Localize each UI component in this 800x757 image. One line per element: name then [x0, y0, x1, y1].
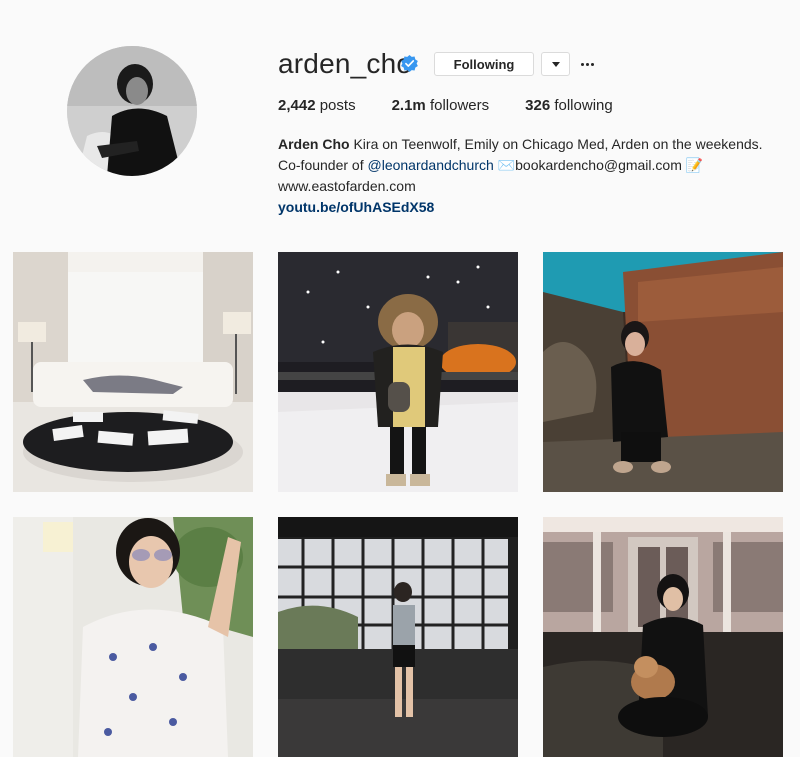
following-button[interactable]: Following	[434, 52, 534, 76]
following-count: 326	[525, 97, 551, 114]
posts-count: 2,442	[278, 97, 316, 114]
bio-description: Kira on Teenwolf, Emily on Chicago Med, …	[353, 136, 763, 152]
bio-line-2: Co-founder of @leonardandchurch ✉️bookar…	[278, 155, 798, 176]
suggestions-dropdown-button[interactable]	[541, 52, 570, 76]
followers-stat[interactable]: 2.1m followers	[392, 97, 490, 114]
photo-dog-night	[543, 517, 783, 757]
followers-count: 2.1m	[391, 97, 426, 114]
post-tile-2[interactable]	[278, 252, 518, 492]
photo-sunglasses-wave	[13, 517, 253, 757]
profile-bio: Arden Cho Kira on Teenwolf, Emily on Chi…	[278, 134, 798, 218]
profile-stats: 2,442 posts 2.1m followers 326 following	[278, 97, 649, 114]
post-tile-5[interactable]	[278, 517, 518, 757]
bio-cofounder-text: Co-founder of	[278, 157, 368, 173]
chevron-down-icon	[551, 61, 560, 67]
photo-snow-night	[278, 252, 518, 492]
followers-label: followers	[429, 97, 490, 114]
more-options-button[interactable]	[578, 52, 596, 76]
profile-username: arden_cho	[278, 48, 413, 79]
following-label: following	[554, 97, 613, 114]
bio-line-1: Arden Cho Kira on Teenwolf, Emily on Chi…	[278, 134, 798, 155]
memo-icon: 📝	[685, 157, 704, 173]
post-tile-6[interactable]	[543, 517, 783, 757]
profile-avatar[interactable]	[67, 46, 197, 176]
bio-mention-link[interactable]: @leonardandchurch	[368, 157, 494, 173]
bio-full-name: Arden Cho	[278, 136, 350, 152]
bio-external-link[interactable]: youtu.be/ofUhASEdX58	[278, 197, 798, 218]
photo-rusty-wall	[543, 252, 783, 492]
posts-label: posts	[319, 97, 356, 114]
photo-studio-window	[278, 517, 518, 757]
posts-stat: 2,442 posts	[278, 97, 356, 114]
post-tile-1[interactable]	[13, 252, 253, 492]
bio-website: www.eastofarden.com	[278, 178, 416, 194]
following-stat[interactable]: 326 following	[525, 97, 613, 114]
post-tile-3[interactable]	[543, 252, 783, 492]
post-tile-4[interactable]	[13, 517, 253, 757]
photo-living-room	[13, 252, 253, 492]
more-dots-icon	[580, 62, 584, 66]
bio-email: bookardencho@gmail.com	[515, 157, 682, 173]
envelope-icon: ✉️	[497, 157, 516, 173]
avatar-image	[67, 46, 197, 176]
verified-badge-icon	[401, 55, 418, 72]
